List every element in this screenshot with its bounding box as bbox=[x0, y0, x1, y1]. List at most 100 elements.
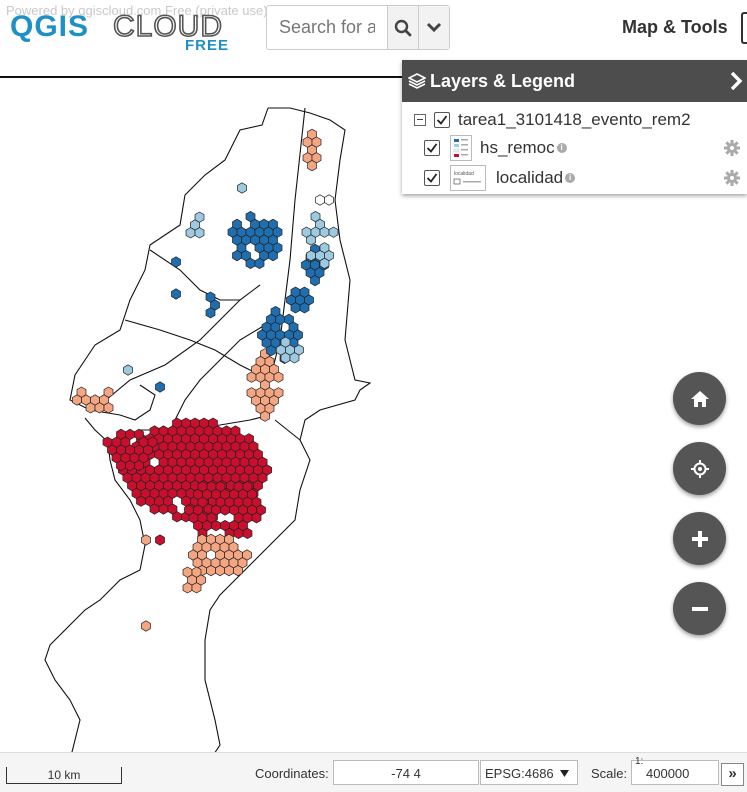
checkmark-icon bbox=[426, 173, 438, 183]
hexagon-cell bbox=[171, 288, 181, 300]
hexagon-cell bbox=[85, 402, 96, 414]
svg-text:localidad: localidad bbox=[454, 171, 474, 177]
locate-button[interactable] bbox=[673, 442, 726, 495]
hexagon-cell bbox=[206, 564, 216, 577]
scale-value: 400000 bbox=[646, 766, 690, 781]
scale-bar: 10 km bbox=[6, 767, 122, 784]
legend-swatches-icon bbox=[453, 139, 468, 157]
hexagon-cell bbox=[220, 504, 230, 516]
hexagon-cell bbox=[237, 182, 247, 194]
home-icon bbox=[690, 390, 709, 407]
zoom-in-button[interactable] bbox=[673, 512, 726, 565]
hexagon-cell bbox=[268, 249, 278, 262]
hexagon-cell bbox=[116, 459, 126, 472]
svg-text:QGIS: QGIS bbox=[10, 10, 89, 43]
hexagon-cell bbox=[273, 371, 284, 383]
collapse-group-icon[interactable] bbox=[414, 114, 426, 126]
layer-row-localidad: localidad localidad i bbox=[424, 165, 576, 191]
hexagon-cell bbox=[254, 257, 265, 270]
hexagon-cell bbox=[123, 364, 133, 376]
gear-icon[interactable] bbox=[724, 170, 740, 186]
magnifier-icon bbox=[394, 19, 412, 36]
layers-legend-panel: Layers & Legend tarea1_3101418_evento_re… bbox=[402, 60, 747, 194]
hexagon-cell bbox=[194, 227, 205, 239]
hexagon-cell bbox=[72, 394, 82, 406]
group-checkbox[interactable] bbox=[434, 112, 450, 128]
coordinates-input[interactable]: -74 4 bbox=[333, 760, 479, 785]
hexagon-cell bbox=[319, 257, 330, 270]
hexagon-cell bbox=[251, 512, 262, 524]
status-footer: 10 km Coordinates: -74 4 EPSG:4686 Scale… bbox=[0, 752, 747, 792]
info-icon[interactable]: i bbox=[565, 173, 576, 183]
hexagon-cell bbox=[324, 194, 334, 206]
home-button[interactable] bbox=[673, 372, 726, 425]
hexagon-cell bbox=[94, 402, 105, 414]
checkmark-icon bbox=[426, 143, 438, 153]
minus-icon bbox=[691, 606, 708, 611]
legend-swatches-icon: localidad bbox=[453, 171, 481, 185]
hexagon-cell bbox=[134, 459, 144, 472]
hexagon-cell bbox=[245, 257, 256, 270]
chevron-down-icon bbox=[426, 22, 442, 32]
hexagon-layer bbox=[72, 128, 339, 632]
hexagon-cell bbox=[242, 527, 253, 540]
hexagon-cell bbox=[182, 582, 193, 594]
hexagon-cell bbox=[233, 527, 244, 540]
layer-label-localidad: localidad bbox=[496, 168, 564, 187]
scale-bar-label: 10 km bbox=[47, 768, 81, 782]
layers-panel-title: Layers & Legend bbox=[430, 70, 576, 91]
hexagon-cell bbox=[280, 352, 291, 364]
hexagon-cell bbox=[215, 564, 225, 577]
checkmark-icon bbox=[436, 115, 448, 125]
hexagon-cell bbox=[307, 159, 317, 172]
chevron-right-icon[interactable] bbox=[729, 71, 743, 91]
layer-checkbox-hs-remoc[interactable] bbox=[424, 140, 440, 156]
hexagon-cell bbox=[328, 226, 339, 238]
coordinates-label: Coordinates: bbox=[255, 766, 329, 781]
layers-panel-header[interactable]: Layers & Legend bbox=[402, 60, 747, 102]
hexagon-cell bbox=[299, 302, 310, 314]
svg-text:FREE: FREE bbox=[185, 37, 229, 54]
hexagon-cell bbox=[141, 534, 151, 546]
search-input[interactable] bbox=[267, 6, 387, 49]
legend-thumb-hs-remoc[interactable] bbox=[450, 135, 472, 161]
map-tools-menu[interactable]: Map & Tools bbox=[622, 17, 728, 38]
plus-icon bbox=[691, 530, 708, 547]
layer-checkbox-localidad[interactable] bbox=[424, 170, 440, 186]
search-bar bbox=[266, 5, 450, 50]
hexagon-cell bbox=[289, 352, 300, 364]
hexagon-cell bbox=[211, 519, 221, 532]
search-options-button[interactable] bbox=[418, 6, 449, 49]
hexagon-cell bbox=[103, 402, 114, 414]
hexagon-cell bbox=[149, 503, 160, 515]
hexagon-cell bbox=[155, 534, 165, 546]
hexagon-cell bbox=[306, 234, 316, 246]
menu-toggle-button[interactable] bbox=[741, 12, 747, 44]
caret-down-icon bbox=[560, 770, 569, 777]
search-button[interactable] bbox=[387, 6, 418, 49]
group-label: tarea1_3101418_evento_rem2 bbox=[458, 110, 691, 129]
layer-group-row: tarea1_3101418_evento_rem2 bbox=[414, 110, 691, 130]
hexagon-cell bbox=[266, 344, 276, 357]
hexagon-cell bbox=[158, 503, 169, 515]
gear-icon[interactable] bbox=[724, 140, 740, 156]
zoom-out-button[interactable] bbox=[673, 582, 726, 635]
crs-value: EPSG:4686 bbox=[485, 766, 554, 781]
hexagon-cell bbox=[310, 274, 320, 287]
legend-thumb-localidad[interactable]: localidad bbox=[450, 165, 486, 191]
expand-footer-button[interactable]: » bbox=[721, 763, 744, 786]
layer-row-hs-remoc: hs_remoc i bbox=[424, 135, 567, 161]
hexagon-cell bbox=[224, 564, 234, 577]
hexagon-cell bbox=[141, 620, 151, 632]
hexagon-cell bbox=[315, 194, 325, 206]
hexagon-cell bbox=[136, 495, 146, 507]
hexagon-cell bbox=[125, 459, 135, 472]
hexagon-cell bbox=[232, 249, 242, 262]
hexagon-cell bbox=[233, 564, 243, 577]
crs-select[interactable]: EPSG:4686 bbox=[480, 760, 578, 785]
scale-input[interactable]: 1: 400000 bbox=[631, 756, 719, 785]
hexagon-cell bbox=[205, 307, 216, 319]
app-header: Powered by qgiscloud.com Free (private u… bbox=[0, 0, 747, 60]
info-icon[interactable]: i bbox=[556, 143, 567, 153]
hexagon-cell bbox=[260, 410, 270, 422]
